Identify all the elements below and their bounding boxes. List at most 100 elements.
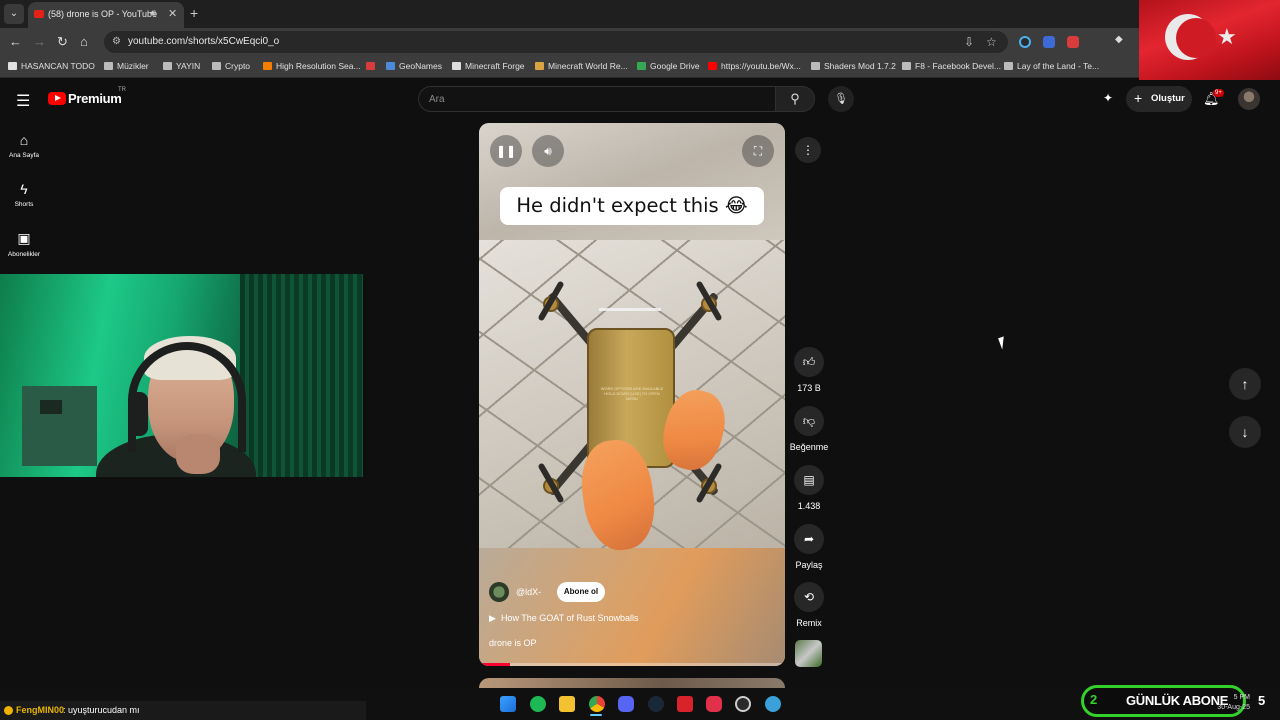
- windows-start-icon[interactable]: [500, 696, 516, 712]
- active-tab[interactable]: (58) drone is OP - YouTube 🔊︎ ✕: [28, 2, 184, 28]
- create-button[interactable]: + Oluştur: [1126, 86, 1192, 112]
- sidebar-item-subscriptions[interactable]: ▣ Abonelikler: [0, 230, 48, 258]
- bookmark-crypto[interactable]: Crypto: [212, 61, 250, 71]
- pause-button[interactable]: ❚❚: [490, 135, 522, 167]
- voice-search-button[interactable]: 🎙︎: [828, 86, 854, 112]
- game-launcher-icon[interactable]: [677, 696, 693, 712]
- subscribe-button[interactable]: Abone ol: [557, 582, 605, 602]
- home-button-icon[interactable]: ⌂: [80, 34, 88, 49]
- discord-icon[interactable]: [618, 696, 634, 712]
- notification-center-count[interactable]: 5: [1258, 693, 1265, 708]
- thumb-down-icon: 👎︎: [794, 406, 824, 436]
- bookmark-lay-of-the-land-te[interactable]: Lay of the Land - Te...: [1004, 61, 1099, 71]
- bookmark-https-youtu-be-wx[interactable]: https://youtu.be/Wx...: [708, 61, 801, 71]
- active-app-indicator: [590, 714, 602, 716]
- folder-icon: [104, 62, 113, 70]
- volume-icon: 🔊︎: [544, 144, 552, 158]
- logo-region: TR: [118, 87, 126, 93]
- channel-avatar[interactable]: [489, 582, 509, 602]
- bookmark-star-icon[interactable]: ☆: [986, 35, 997, 49]
- globe-icon: [902, 62, 911, 70]
- site-info-icon[interactable]: ⚙: [112, 36, 121, 47]
- clock-date: 30-Aug-25: [1217, 704, 1250, 711]
- volume-button[interactable]: 🔊︎: [532, 135, 564, 167]
- dislike-button[interactable]: 👎︎ Beğenme: [788, 406, 830, 452]
- chrome-icon[interactable]: [589, 696, 605, 712]
- app-red-icon[interactable]: [706, 696, 722, 712]
- blogger-icon: [263, 62, 272, 70]
- speaker-icon[interactable]: 🔊︎: [150, 8, 156, 19]
- reload-icon[interactable]: ↻: [57, 34, 68, 50]
- bookmark-geonames[interactable]: GeoNames: [386, 61, 442, 71]
- tab-search-button[interactable]: ⌄: [4, 4, 24, 24]
- channel-name[interactable]: @ldX-: [516, 587, 541, 597]
- linked-video[interactable]: ▶ How The GOAT of Rust Snowballs: [489, 613, 639, 624]
- bookmark-google-drive[interactable]: Google Drive: [637, 61, 700, 71]
- account-avatar[interactable]: [1238, 88, 1260, 110]
- more-options-button[interactable]: ⋮: [795, 137, 821, 163]
- install-app-icon[interactable]: ⇩: [964, 35, 974, 49]
- fullscreen-icon: ⛶: [753, 144, 763, 158]
- steam-icon[interactable]: [648, 696, 664, 712]
- file-explorer-icon[interactable]: [559, 696, 575, 712]
- drone-video-frame: WORK OPTIONS ARE AVAILABLE HOLD DOWN [US…: [479, 240, 785, 555]
- system-clock[interactable]: 5 PM 30-Aug-25: [1200, 693, 1250, 713]
- bookmark-high-resolution-sea[interactable]: High Resolution Sea...: [263, 61, 361, 71]
- sidebar-item-shorts[interactable]: ϟ Shorts: [0, 181, 48, 208]
- bookmark-minecraft-world-re[interactable]: Minecraft World Re...: [535, 61, 628, 71]
- spotify-icon[interactable]: [530, 696, 546, 712]
- previous-short-button[interactable]: ↑: [1229, 368, 1261, 400]
- bookmark-hasancan-todo[interactable]: HASANCAN TODO: [8, 61, 95, 71]
- x-icon: [366, 62, 375, 70]
- page-icon: [8, 62, 17, 70]
- globe-app-icon[interactable]: [765, 696, 781, 712]
- video-progress-fill: [479, 663, 510, 666]
- menu-hamburger-icon[interactable]: ☰: [16, 91, 30, 111]
- sidebar-item-home[interactable]: ⌂ Ana Sayfa: [0, 132, 48, 159]
- anvil-icon: [452, 62, 461, 70]
- shorts-video-player[interactable]: WORK OPTIONS ARE AVAILABLE HOLD DOWN [US…: [479, 123, 785, 666]
- search-input[interactable]: Ara: [418, 86, 776, 112]
- bookmark-m-zikler[interactable]: Müzikler: [104, 61, 149, 71]
- new-tab-button[interactable]: +: [190, 5, 198, 21]
- tab-strip: ⌄ (58) drone is OP - YouTube 🔊︎ ✕ +: [0, 0, 1280, 28]
- plus-icon: +: [1134, 90, 1143, 106]
- forward-arrow-icon[interactable]: →: [33, 34, 46, 49]
- share-label: Paylaş: [795, 560, 823, 570]
- bookmark-x[interactable]: [366, 61, 379, 71]
- comment-icon: ▤: [794, 465, 824, 495]
- fullscreen-button[interactable]: ⛶: [742, 135, 774, 167]
- folder-icon: [163, 62, 172, 70]
- obs-icon[interactable]: [735, 696, 751, 712]
- remix-button[interactable]: ⟲ Remix: [788, 582, 830, 628]
- extension-calendar-icon[interactable]: [1043, 36, 1055, 48]
- bookmark-label: Minecraft World Re...: [548, 61, 628, 71]
- bookmark-minecraft-forge[interactable]: Minecraft Forge: [452, 61, 525, 71]
- globe-icon: [386, 62, 395, 70]
- extensions-puzzle-icon[interactable]: ◆: [1115, 34, 1127, 46]
- address-bar[interactable]: ⚙ youtube.com/shorts/x5CwEqci0_o ⇩ ☆: [104, 31, 1008, 53]
- bookmark-yayin[interactable]: YAYIN: [163, 61, 200, 71]
- like-button[interactable]: 👍︎ 173 B: [788, 347, 830, 393]
- tab-close-icon[interactable]: ✕: [168, 7, 177, 20]
- search-button[interactable]: ⚲: [775, 86, 815, 112]
- sound-thumbnail[interactable]: [795, 640, 822, 667]
- extension-icon[interactable]: [1019, 36, 1031, 48]
- globe-icon: [811, 62, 820, 70]
- cast-ai-icon[interactable]: ✦: [1103, 91, 1113, 105]
- share-button[interactable]: ➦ Paylaş: [788, 524, 830, 570]
- subscriber-count: 2: [1090, 692, 1098, 707]
- next-short-button[interactable]: ↓: [1229, 416, 1261, 448]
- video-progress-bar[interactable]: [479, 663, 785, 666]
- extension-red-icon[interactable]: [1067, 36, 1079, 48]
- back-arrow-icon[interactable]: ←: [9, 34, 22, 49]
- bookmarks-bar: HASANCAN TODO Müzikler YAYIN Crypto High Res…: [0, 56, 1280, 78]
- bookmark-f8-facebook-devel[interactable]: F8 - Facebook Devel...: [902, 61, 1001, 71]
- bookmark-shaders-mod-1-7-2[interactable]: Shaders Mod 1.7.2: [811, 61, 896, 71]
- webcam-overlay: [0, 274, 363, 477]
- search-placeholder: Ara: [429, 94, 445, 105]
- next-short-preview[interactable]: [479, 678, 785, 688]
- comments-button[interactable]: ▤ 1.438: [788, 465, 830, 511]
- video-description[interactable]: drone is OP: [489, 638, 537, 648]
- remix-icon: ⟲: [794, 582, 824, 612]
